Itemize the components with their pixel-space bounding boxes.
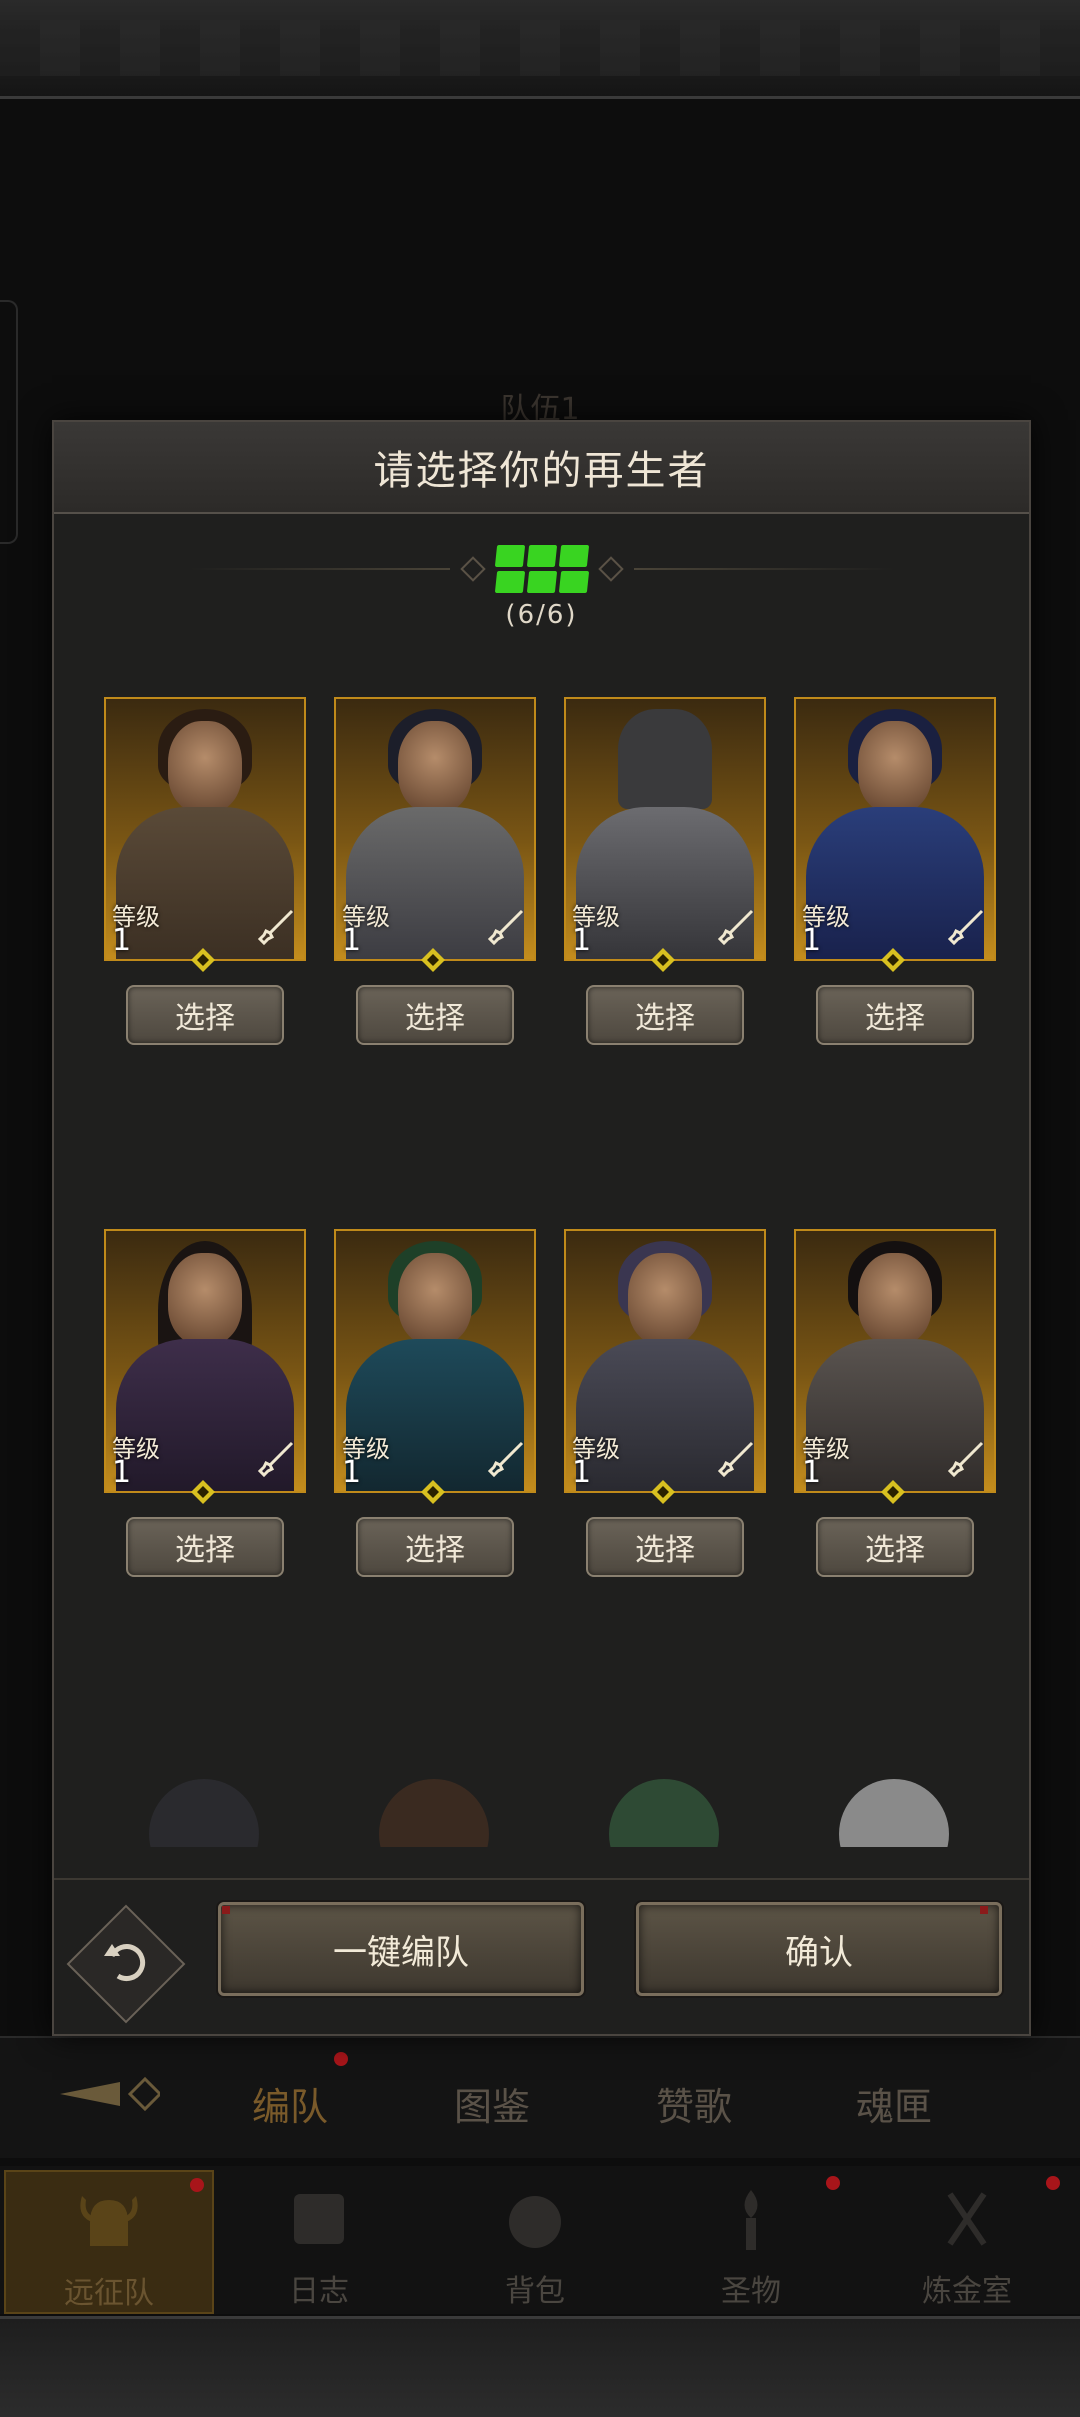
divider [633,568,894,570]
rank-gem-icon [191,948,215,972]
undo-icon [104,1944,146,1981]
nav-relics[interactable]: 圣物 [648,2170,854,2310]
hero-card[interactable]: 等级 1 选择 [564,1229,766,1577]
hero-portrait[interactable]: 等级 1 [794,1229,996,1493]
hero-list[interactable]: 等级 1 选择 等级 1 选择 等级 1 选择 等级 1 选择 等级 1 选择 … [104,697,1004,1847]
select-button[interactable]: 选择 [816,985,974,1045]
notification-dot [1046,2176,1060,2190]
sword-icon [947,1441,984,1478]
slot-grid-icon [494,545,589,593]
hero-card[interactable]: 等级 1 选择 [334,1229,536,1577]
notification-dot [826,2176,840,2190]
hero-card-partial[interactable] [794,1759,992,1847]
hero-portrait[interactable]: 等级 1 [104,697,306,961]
dialog-title: 请选择你的再生者 [54,422,1029,514]
rank-gem-icon [191,1480,215,1504]
nav-alchemy[interactable]: 炼金室 [864,2170,1070,2310]
select-button[interactable]: 选择 [126,1517,284,1577]
hero-card-partial[interactable] [334,1759,532,1847]
hero-portrait[interactable]: 等级 1 [104,1229,306,1493]
hero-portrait[interactable]: 等级 1 [794,697,996,961]
divider [54,1878,1029,1880]
scroll-icon [294,2194,344,2244]
hero-card[interactable]: 等级 1 选择 [104,697,306,1045]
team-slots-indicator [54,544,1029,594]
sword-icon [717,909,754,946]
tab-codex[interactable]: 图鉴 [454,2076,530,2131]
bag-icon [509,2196,561,2248]
sword-icon [257,1441,294,1478]
diamond-ornament-icon [597,556,624,582]
tab-hymn[interactable]: 赞歌 [656,2076,732,2131]
hero-portrait[interactable]: 等级 1 [564,697,766,961]
nav-expedition[interactable]: 远征队 [4,2170,214,2314]
rank-gem-icon [421,1480,445,1504]
alchemy-icon [947,2192,987,2246]
top-decorative-bar [0,0,1080,99]
divider [189,568,450,570]
rank-gem-icon [651,948,675,972]
sword-icon [487,909,524,946]
hero-portrait[interactable]: 等级 1 [334,1229,536,1493]
hero-card[interactable]: 等级 1 选择 [334,697,536,1045]
hero-select-dialog: 请选择你的再生者 (6/6) 等级 1 选择 等级 1 选择 等级 1 选择 等… [52,420,1031,2036]
notification-dot [190,2178,204,2192]
hero-card-partial[interactable] [104,1759,302,1847]
confirm-button[interactable]: 确认 [636,1902,1002,1996]
sword-icon [717,1441,754,1478]
rank-gem-icon [881,948,905,972]
hero-card[interactable]: 等级 1 选择 [104,1229,306,1577]
helmet-icon [80,2196,138,2246]
select-button[interactable]: 选择 [816,1517,974,1577]
corner-ornament [222,1906,230,1914]
notification-dot [334,2052,348,2066]
select-button[interactable]: 选择 [586,985,744,1045]
select-button[interactable]: 选择 [356,1517,514,1577]
nav-backpack[interactable]: 背包 [432,2170,638,2310]
bottom-decorative-bar [0,2316,1080,2417]
bottom-navigation: 远征队 日志 背包 圣物 炼金室 [0,2166,1080,2314]
slot-count: (6/6) [505,600,578,630]
rank-gem-icon [421,948,445,972]
select-button[interactable]: 选择 [126,985,284,1045]
sub-tab-bar: 编队 图鉴 赞歌 魂匣 [0,2036,1080,2158]
sword-icon [257,909,294,946]
tab-formation[interactable]: 编队 [252,2076,328,2131]
hero-card[interactable]: 等级 1 选择 [794,697,996,1045]
auto-formation-button[interactable]: 一键编队 [218,1902,584,1996]
select-button[interactable]: 选择 [356,985,514,1045]
corner-ornament [980,1906,988,1914]
back-arrow-icon[interactable] [60,2074,160,2114]
hero-portrait[interactable]: 等级 1 [564,1229,766,1493]
hero-portrait[interactable]: 等级 1 [334,697,536,961]
sword-icon [947,909,984,946]
rank-gem-icon [651,1480,675,1504]
nav-journal[interactable]: 日志 [216,2170,422,2310]
rank-gem-icon [881,1480,905,1504]
tab-soul-box[interactable]: 魂匣 [856,2076,932,2131]
hero-card-partial[interactable] [564,1759,762,1847]
hero-card[interactable]: 等级 1 选择 [794,1229,996,1577]
select-button[interactable]: 选择 [586,1517,744,1577]
torch-icon [744,2190,758,2250]
sword-icon [487,1441,524,1478]
hero-card[interactable]: 等级 1 选择 [564,697,766,1045]
diamond-ornament-icon [459,556,486,582]
